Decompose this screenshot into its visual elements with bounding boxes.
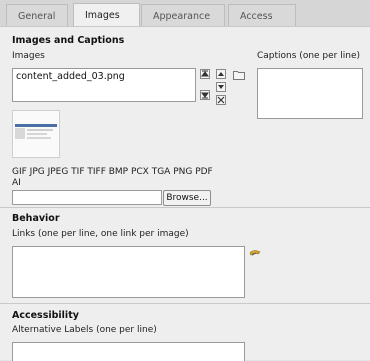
allowed-types-line2: AI xyxy=(12,178,21,188)
folder-icon[interactable] xyxy=(233,70,245,83)
images-panel: Images and Captions Images Captions (one… xyxy=(0,26,370,361)
links-label: Links (one per line, one link per image) xyxy=(12,229,189,239)
images-list[interactable]: content_added_03.png xyxy=(12,68,196,102)
tab-label: General xyxy=(18,11,56,22)
behavior-section-title: Behavior xyxy=(12,213,60,224)
link-wizard-icon[interactable] xyxy=(249,248,261,261)
browse-button[interactable]: Browse... xyxy=(163,190,211,206)
tab-label: Appearance xyxy=(153,11,211,22)
captions-label: Captions (one per line) xyxy=(257,51,360,61)
thumbnail-preview-icon xyxy=(15,124,57,139)
remove-icon[interactable] xyxy=(216,95,226,105)
links-textarea[interactable] xyxy=(12,246,245,298)
accessibility-section-title: Accessibility xyxy=(12,310,79,321)
move-down-icon[interactable] xyxy=(216,82,226,92)
tab-appearance[interactable]: Appearance xyxy=(141,4,225,26)
allowed-types-line1: GIF JPG JPEG TIF TIFF BMP PCX TGA PNG PD… xyxy=(12,167,213,177)
tab-general[interactable]: General xyxy=(6,4,68,26)
section-divider xyxy=(0,207,370,208)
captions-textarea[interactable] xyxy=(257,68,363,119)
upload-file-field[interactable] xyxy=(12,190,162,205)
images-section-title: Images and Captions xyxy=(12,35,125,46)
tab-label: Images xyxy=(85,10,120,21)
tab-bar: General Images Appearance Access xyxy=(0,0,370,27)
section-divider xyxy=(0,303,370,304)
tab-images[interactable]: Images xyxy=(73,3,140,27)
images-label: Images xyxy=(12,51,45,61)
move-up-icon[interactable] xyxy=(216,69,226,79)
alt-labels-textarea[interactable] xyxy=(12,342,245,361)
alt-labels-label: Alternative Labels (one per line) xyxy=(12,325,157,335)
tab-access[interactable]: Access xyxy=(228,4,296,26)
image-file-item[interactable]: content_added_03.png xyxy=(16,71,125,82)
move-top-icon[interactable] xyxy=(200,69,210,79)
tab-label: Access xyxy=(240,11,273,22)
image-thumbnail xyxy=(12,110,60,158)
move-bottom-icon[interactable] xyxy=(200,90,210,100)
